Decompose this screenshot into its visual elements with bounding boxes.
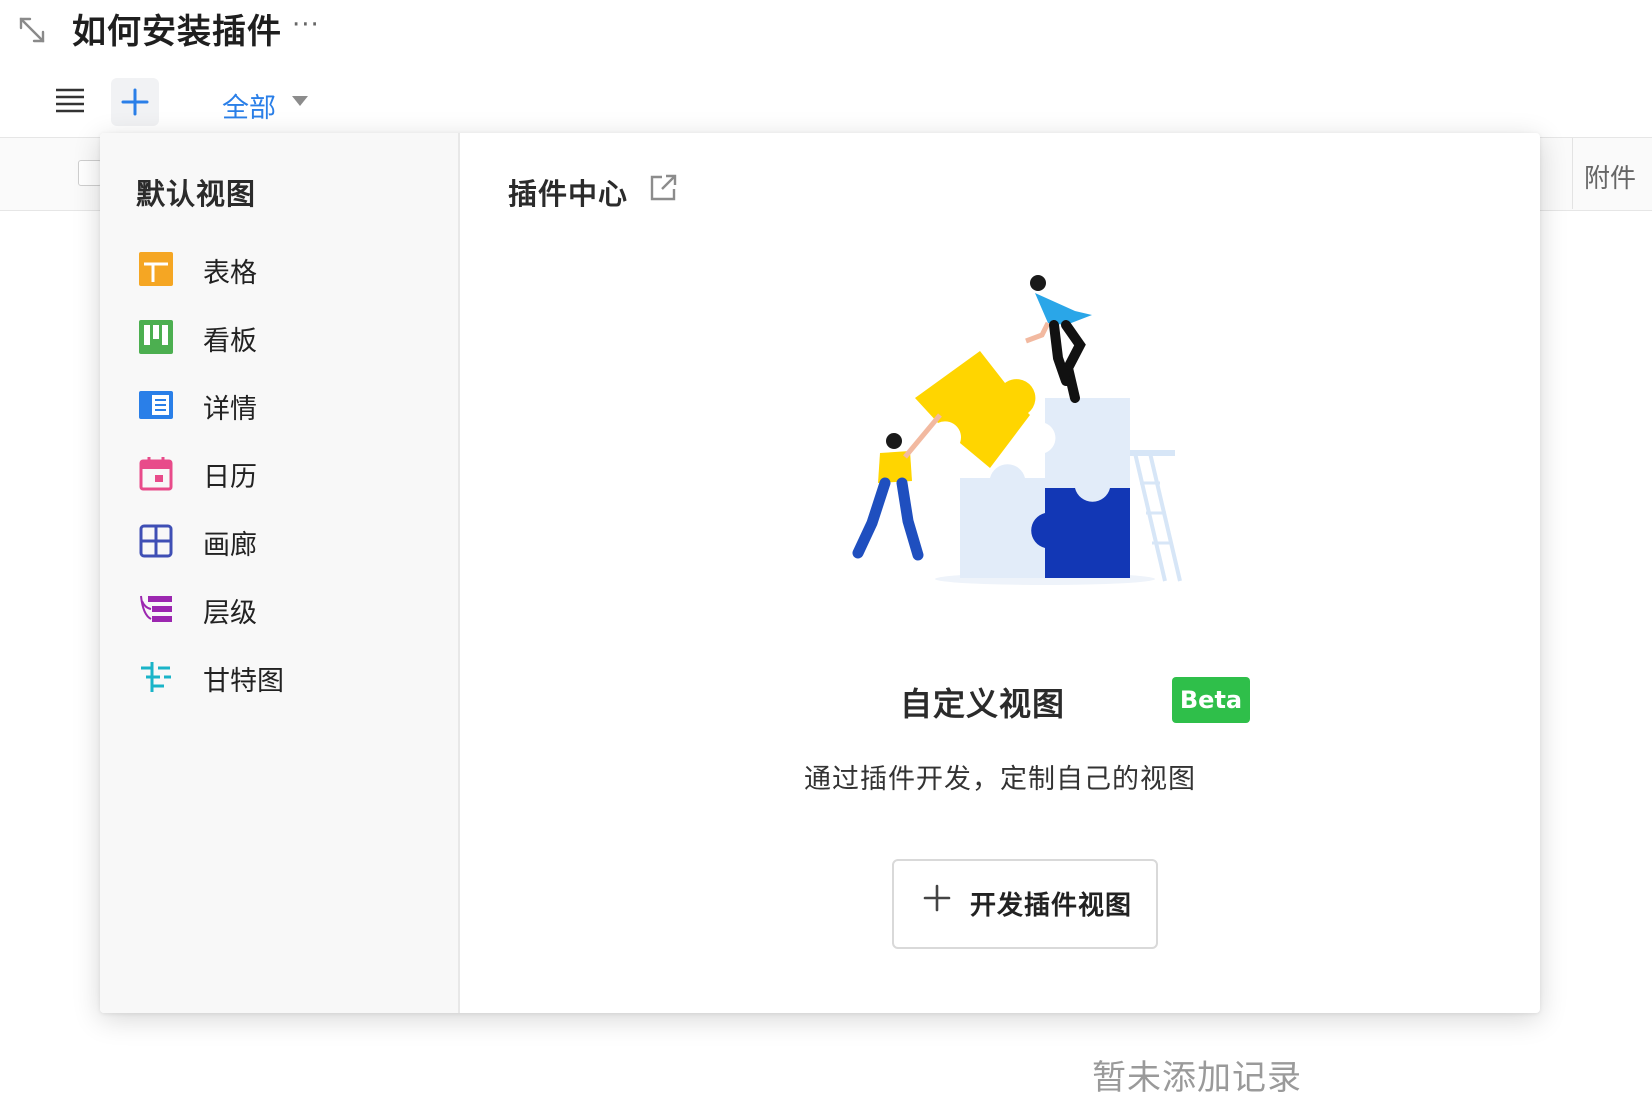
- view-option-detail[interactable]: 详情: [100, 375, 458, 435]
- develop-plugin-view-label: 开发插件视图: [970, 891, 1133, 921]
- detail-icon: [139, 391, 173, 419]
- empty-records-message: 暂未添加记录: [1092, 1058, 1302, 1098]
- puzzle-team-illustration: [852, 275, 1182, 585]
- kanban-icon: [139, 320, 173, 354]
- external-link-icon[interactable]: [648, 173, 678, 203]
- chevron-down-icon[interactable]: [292, 96, 308, 106]
- plugin-center-title: 插件中心: [508, 177, 629, 211]
- beta-badge: Beta: [1172, 677, 1250, 723]
- view-option-label: 详情: [203, 394, 257, 425]
- view-option-label: 看板: [203, 326, 257, 357]
- view-option-hierarchy[interactable]: 层级: [100, 579, 458, 639]
- view-option-label: 层级: [203, 598, 257, 629]
- view-option-label: 画廊: [203, 530, 257, 561]
- plus-icon: [923, 884, 951, 912]
- table-grid-icon: [139, 252, 173, 286]
- gallery-icon: [139, 524, 173, 558]
- add-view-button[interactable]: [111, 78, 159, 126]
- view-option-kanban[interactable]: 看板: [100, 307, 458, 367]
- custom-view-description: 通过插件开发，定制自己的视图: [804, 764, 1196, 795]
- view-option-label: 日历: [203, 462, 257, 493]
- add-view-panel: 默认视图 表格 看板 详情 日历 画廊 层级 甘特图 插件中心 自定义视图 Be…: [100, 133, 1540, 1013]
- hierarchy-icon: [140, 595, 172, 622]
- view-option-gallery[interactable]: 画廊: [100, 511, 458, 571]
- view-option-gantt[interactable]: 甘特图: [100, 647, 458, 707]
- custom-view-title: 自定义视图: [900, 685, 1066, 723]
- more-options-icon[interactable]: ···: [292, 10, 320, 40]
- view-option-table[interactable]: 表格: [100, 239, 458, 299]
- calendar-icon: [139, 457, 173, 491]
- column-divider: [1572, 138, 1573, 209]
- plugin-center-pane: 插件中心 自定义视图 Beta 通过插件开发，定制自己的视图 开发插件视图: [460, 133, 1540, 1013]
- view-option-label: 甘特图: [203, 666, 284, 697]
- gantt-icon: [141, 662, 171, 692]
- develop-plugin-view-button[interactable]: 开发插件视图: [892, 859, 1158, 949]
- tab-all-label: 全部: [222, 93, 276, 124]
- expand-diagonal-icon[interactable]: [16, 14, 48, 46]
- column-header-attachment[interactable]: 附件: [1584, 158, 1636, 195]
- view-option-calendar[interactable]: 日历: [100, 443, 458, 503]
- default-views-title: 默认视图: [136, 177, 257, 211]
- tab-all-views[interactable]: 全部: [192, 84, 330, 136]
- plus-icon: [121, 88, 149, 116]
- hamburger-menu-icon[interactable]: [54, 86, 86, 114]
- page-title: 如何安装插件: [72, 12, 282, 52]
- default-views-pane: 默认视图 表格 看板 详情 日历 画廊 层级 甘特图: [100, 133, 460, 1013]
- select-all-checkbox[interactable]: [78, 160, 102, 186]
- view-option-label: 表格: [203, 258, 257, 289]
